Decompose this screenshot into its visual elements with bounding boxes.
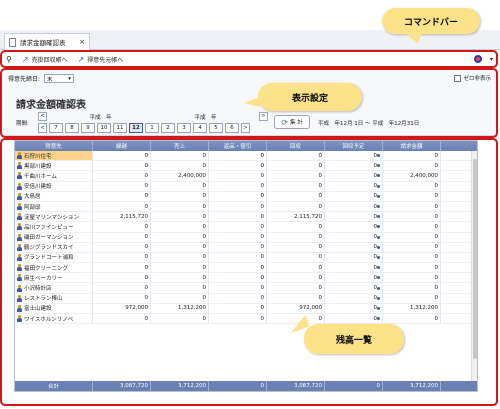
callout-command-bar: コマンドバー	[382, 8, 480, 34]
tab-invoice-check[interactable]: 請求金額確認表 ×	[4, 33, 90, 50]
callout-balance-list: 残高一覧	[304, 324, 404, 354]
balance-list-highlight	[0, 138, 498, 406]
close-icon[interactable]: ×	[79, 38, 85, 46]
document-icon	[9, 37, 16, 47]
callout-display-settings: 表示設定	[244, 83, 362, 111]
tab-label: 請求金額確認表	[20, 39, 66, 47]
command-bar-highlight	[0, 50, 498, 68]
